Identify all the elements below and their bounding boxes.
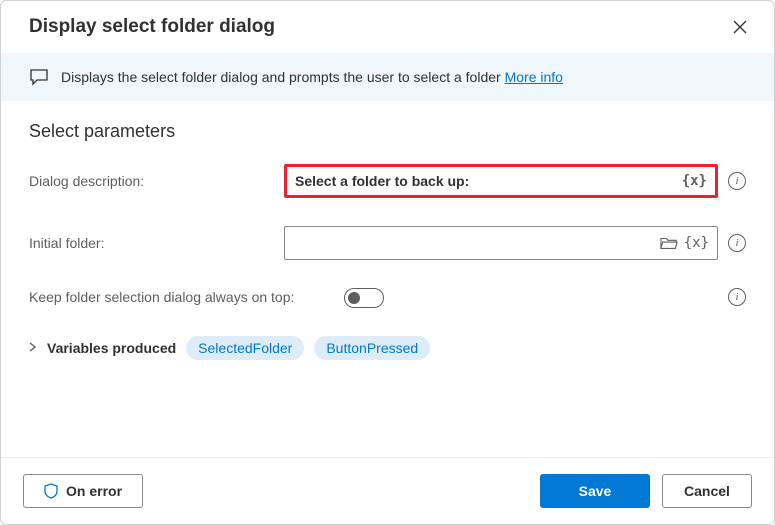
section-title: Select parameters bbox=[29, 121, 746, 142]
dialog-container: Display select folder dialog Displays th… bbox=[0, 0, 775, 525]
always-on-top-toggle[interactable] bbox=[344, 288, 384, 308]
dialog-description-label: Dialog description: bbox=[29, 172, 274, 190]
insert-variable-icon[interactable]: {x} bbox=[682, 173, 707, 189]
field-dialog-description: Dialog description: Select a folder to b… bbox=[29, 164, 746, 198]
field-initial-folder: Initial folder: {x} i bbox=[29, 226, 746, 260]
dialog-footer: On error Save Cancel bbox=[1, 457, 774, 524]
variables-produced-row: Variables produced SelectedFolder Button… bbox=[29, 336, 746, 360]
dialog-title: Display select folder dialog bbox=[29, 16, 275, 38]
field-always-on-top: Keep folder selection dialog always on t… bbox=[29, 288, 746, 308]
info-icon[interactable]: i bbox=[728, 172, 746, 190]
variables-produced-label: Variables produced bbox=[47, 340, 176, 356]
more-info-link[interactable]: More info bbox=[505, 69, 563, 85]
info-icon[interactable]: i bbox=[728, 288, 746, 306]
save-button[interactable]: Save bbox=[540, 474, 650, 508]
dialog-header: Display select folder dialog bbox=[1, 1, 774, 53]
cancel-button[interactable]: Cancel bbox=[662, 474, 752, 508]
toggle-knob bbox=[348, 292, 360, 304]
info-banner: Displays the select folder dialog and pr… bbox=[1, 53, 774, 101]
insert-variable-icon[interactable]: {x} bbox=[684, 235, 709, 251]
close-button[interactable] bbox=[728, 15, 752, 39]
folder-open-icon[interactable] bbox=[660, 235, 678, 251]
info-icon[interactable]: i bbox=[728, 234, 746, 252]
dialog-description-value: Select a folder to back up: bbox=[295, 173, 676, 189]
chevron-right-icon[interactable] bbox=[29, 341, 37, 355]
comment-icon bbox=[29, 67, 49, 87]
always-on-top-label: Keep folder selection dialog always on t… bbox=[29, 288, 334, 306]
variable-pill-selected-folder[interactable]: SelectedFolder bbox=[186, 336, 304, 360]
footer-actions: Save Cancel bbox=[540, 474, 752, 508]
info-banner-text: Displays the select folder dialog and pr… bbox=[61, 69, 563, 85]
close-icon bbox=[733, 20, 747, 34]
variable-pill-button-pressed[interactable]: ButtonPressed bbox=[314, 336, 430, 360]
initial-folder-input[interactable]: {x} bbox=[284, 226, 718, 260]
on-error-button[interactable]: On error bbox=[23, 474, 143, 508]
initial-folder-label: Initial folder: bbox=[29, 234, 274, 252]
dialog-body: Select parameters Dialog description: Se… bbox=[1, 101, 774, 457]
dialog-description-input[interactable]: Select a folder to back up: {x} bbox=[284, 164, 718, 198]
shield-icon bbox=[44, 483, 58, 499]
